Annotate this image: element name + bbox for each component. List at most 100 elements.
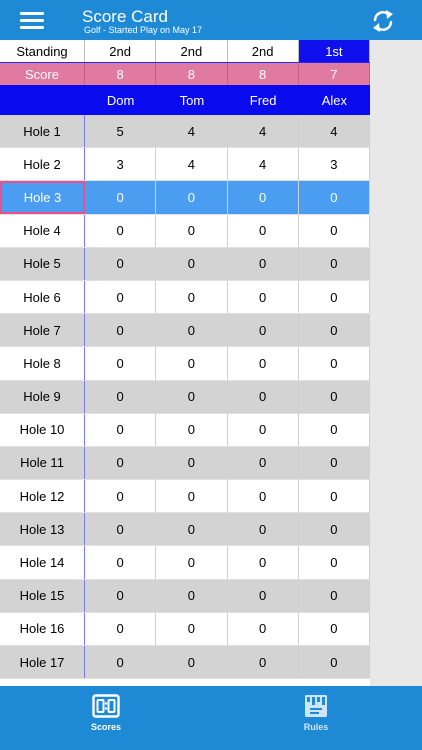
score-cell[interactable]: 0 [156, 446, 228, 480]
table-row[interactable]: Hole 13 0 0 0 0 [0, 513, 370, 547]
score-cell[interactable]: 0 [299, 480, 370, 513]
hole-label[interactable]: Hole 17 [0, 646, 85, 679]
score-cell[interactable]: 0 [299, 646, 370, 679]
hole-label[interactable]: Hole 15 [0, 579, 85, 612]
hole-label[interactable]: Hole 11 [0, 446, 85, 480]
score-cell[interactable]: 0 [85, 546, 157, 579]
score-cell[interactable]: 0 [85, 181, 157, 214]
score-cell[interactable]: 4 [156, 115, 228, 148]
tab-scores[interactable]: Scores [66, 686, 146, 750]
score-cell[interactable]: 0 [156, 247, 228, 280]
player-name-tom[interactable]: Tom [156, 85, 227, 115]
table-row[interactable]: Hole 80000 [0, 347, 370, 381]
score-cell[interactable]: 0 [156, 646, 228, 679]
score-cell[interactable]: 0 [228, 612, 299, 645]
score-cell[interactable]: 0 [228, 579, 299, 612]
score-cell[interactable]: 0 [299, 380, 370, 413]
hole-label[interactable]: Hole 5 [0, 247, 85, 280]
score-cell[interactable]: 0 [228, 380, 299, 413]
score-cell[interactable]: 0 [156, 546, 228, 579]
score-cell[interactable]: 0 [85, 380, 157, 413]
hole-label[interactable]: Hole 6 [0, 280, 85, 314]
hole-label[interactable]: Hole 13 [0, 513, 85, 546]
score-cell[interactable]: 0 [299, 513, 370, 546]
table-row[interactable]: Hole 15444 [0, 115, 370, 149]
score-cell[interactable]: 0 [228, 214, 299, 247]
player-name-fred[interactable]: Fred [228, 85, 299, 115]
table-row[interactable]: Hole 50000 [0, 247, 370, 281]
table-row[interactable]: Hole 12 0 0 0 0 [0, 480, 370, 514]
score-cell[interactable]: 0 [156, 380, 228, 413]
score-cell[interactable]: 0 [299, 214, 370, 247]
hole-label[interactable]: Hole 10 [0, 413, 85, 446]
hole-label[interactable]: Hole 8 [0, 347, 85, 380]
score-cell[interactable]: 0 [156, 314, 228, 347]
score-cell[interactable]: 0 [85, 579, 157, 612]
hole-label[interactable]: Hole 2 [0, 148, 85, 181]
score-cell[interactable]: 0 [228, 546, 299, 579]
score-cell[interactable]: 0 [156, 347, 228, 380]
score-cell[interactable]: 0 [156, 612, 228, 645]
score-cell[interactable]: 0 [228, 280, 299, 314]
score-cell[interactable]: 0 [156, 480, 228, 513]
score-cell[interactable]: 3 [299, 148, 370, 181]
hole-label[interactable]: Hole 12 [0, 480, 85, 513]
score-cell[interactable]: 0 [85, 612, 157, 645]
score-cell[interactable]: 0 [228, 347, 299, 380]
player-name-dom[interactable]: Dom [85, 85, 156, 115]
score-cell[interactable]: 0 [299, 446, 370, 480]
score-cell[interactable]: 0 [299, 546, 370, 579]
score-cell[interactable]: 0 [156, 181, 228, 214]
hole-label[interactable]: Hole 16 [0, 612, 85, 645]
score-cell[interactable]: 0 [85, 247, 157, 280]
hole-label[interactable]: Hole 9 [0, 380, 85, 413]
table-row[interactable]: Hole 70000 [0, 314, 370, 348]
score-cell[interactable]: 0 [85, 413, 157, 446]
score-cell[interactable]: 0 [228, 513, 299, 546]
tab-rules[interactable]: Rules [276, 686, 356, 750]
score-cell[interactable]: 0 [299, 413, 370, 446]
score-cell[interactable]: 0 [85, 480, 157, 513]
table-row[interactable]: Hole 14 0 0 0 0 [0, 546, 370, 580]
score-cell[interactable]: 0 [228, 314, 299, 347]
hole-label[interactable]: Hole 7 [0, 314, 85, 347]
score-cell[interactable]: 0 [85, 347, 157, 380]
score-cell[interactable]: 0 [85, 280, 157, 314]
score-cell[interactable]: 0 [299, 347, 370, 380]
score-cell[interactable]: 0 [85, 314, 157, 347]
score-cell[interactable]: 0 [299, 247, 370, 280]
score-cell[interactable]: 0 [156, 280, 228, 314]
table-row[interactable]: Hole 17 0 0 0 0 [0, 646, 370, 680]
score-cell[interactable]: 4 [228, 148, 299, 181]
score-cell[interactable]: 0 [228, 181, 299, 214]
score-cell[interactable]: 0 [85, 513, 157, 546]
score-cell[interactable]: 0 [299, 181, 370, 214]
score-cell[interactable]: 0 [156, 214, 228, 247]
score-cell[interactable]: 0 [228, 446, 299, 480]
score-cell[interactable]: 5 [85, 115, 157, 148]
score-cell[interactable]: 0 [228, 413, 299, 446]
table-row[interactable]: Hole 90000 [0, 380, 370, 414]
score-cell[interactable]: 3 [85, 148, 157, 181]
hole-label[interactable]: Hole 4 [0, 214, 85, 247]
refresh-icon[interactable] [369, 7, 397, 35]
score-cell[interactable]: 0 [85, 646, 157, 679]
score-cell[interactable]: 0 [299, 579, 370, 612]
table-row[interactable]: Hole 23443 [0, 148, 370, 182]
score-cell[interactable]: 0 [156, 579, 228, 612]
score-cell[interactable]: 0 [228, 480, 299, 513]
score-cell[interactable]: 0 [156, 513, 228, 546]
score-cell[interactable]: 0 [228, 247, 299, 280]
score-cell[interactable]: 0 [299, 314, 370, 347]
menu-icon[interactable] [20, 12, 44, 30]
hole-label[interactable]: Hole 3 [0, 181, 85, 214]
score-cell[interactable]: 4 [156, 148, 228, 181]
hole-label[interactable]: Hole 14 [0, 546, 85, 579]
score-cell[interactable]: 0 [299, 280, 370, 314]
table-row[interactable]: Hole 15 0 0 0 0 [0, 579, 370, 613]
hole-label[interactable]: Hole 1 [0, 115, 85, 148]
score-cell[interactable]: 0 [156, 413, 228, 446]
table-row[interactable]: Hole 40000 [0, 214, 370, 248]
table-row[interactable]: Hole 60000 [0, 280, 370, 315]
score-cell[interactable]: 0 [85, 214, 157, 247]
